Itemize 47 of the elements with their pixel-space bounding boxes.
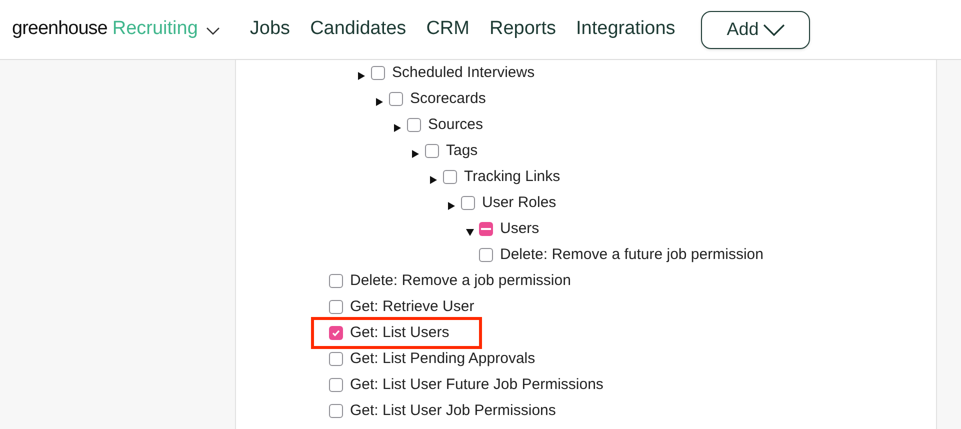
tree-item-label: Users <box>500 218 540 239</box>
checkbox[interactable] <box>461 196 475 210</box>
permission-label: Get: List Users <box>350 322 450 343</box>
checkbox[interactable] <box>425 144 439 158</box>
permission-label: Get: Retrieve User <box>350 296 474 317</box>
tree-item-label: Sources <box>428 114 484 135</box>
permission-label: Get: List Pending Approvals <box>350 348 536 369</box>
checkbox[interactable] <box>371 66 385 80</box>
caret-down-icon[interactable] <box>466 229 474 236</box>
caret-right-icon[interactable] <box>394 124 401 132</box>
nav-link[interactable]: Jobs <box>250 15 290 44</box>
permission-label: Delete: Remove a job permission <box>350 270 571 291</box>
logo-product: Recruiting <box>112 17 198 42</box>
caret-right-icon[interactable] <box>412 150 419 158</box>
caret-right-icon[interactable] <box>448 202 455 210</box>
checkbox[interactable] <box>329 274 343 288</box>
chevron-down-icon[interactable] <box>206 26 220 34</box>
tree-item-label: Delete: Remove a future job permission <box>500 244 764 265</box>
check-icon <box>331 328 341 338</box>
caret-right-icon[interactable] <box>430 176 437 184</box>
checkbox[interactable] <box>389 92 403 106</box>
nav-link[interactable]: Integrations <box>576 15 676 44</box>
logo[interactable]: greenhouse Recruiting <box>12 15 198 44</box>
nav-link[interactable]: Reports <box>489 15 556 44</box>
checkbox[interactable] <box>329 326 343 340</box>
chevron-down-icon <box>762 24 785 36</box>
checkbox[interactable] <box>329 352 343 366</box>
permission-label: Get: List User Job Permissions <box>350 400 556 421</box>
nav-link[interactable]: Candidates <box>310 15 406 44</box>
tree-item-label: User Roles <box>482 192 556 213</box>
checkbox[interactable] <box>407 118 421 132</box>
checkbox[interactable] <box>329 404 343 418</box>
tree-item-label: Tracking Links <box>464 166 560 187</box>
caret-right-icon[interactable] <box>358 72 365 80</box>
checkbox[interactable] <box>443 170 457 184</box>
logo-brand: greenhouse <box>12 17 108 42</box>
tree-item-label: Scorecards <box>410 88 486 109</box>
checkbox[interactable] <box>329 300 343 314</box>
tree-item-label: Tags <box>446 140 478 161</box>
add-button[interactable]: Add <box>701 10 810 48</box>
checkbox[interactable] <box>479 248 493 262</box>
nav-link[interactable]: CRM <box>426 15 470 44</box>
tree-item-label: Scheduled Interviews <box>392 62 535 83</box>
checkbox[interactable] <box>479 222 493 236</box>
checkbox[interactable] <box>329 378 343 392</box>
permission-label: Get: List User Future Job Permissions <box>350 374 604 395</box>
caret-right-icon[interactable] <box>376 98 383 106</box>
